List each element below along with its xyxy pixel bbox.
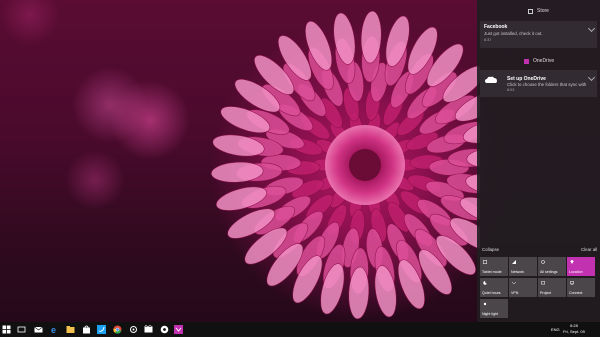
store-notification[interactable]: Facebook Just got installed, check it ou… — [480, 21, 597, 48]
file-explorer-icon[interactable] — [66, 325, 75, 334]
clock-date: Fri, Sept. 09 — [563, 328, 585, 334]
network-tile[interactable]: Network — [509, 257, 537, 276]
tile-label: VPN — [511, 291, 519, 295]
location-tile[interactable]: Location — [567, 257, 595, 276]
tile-label: Night light — [482, 312, 498, 316]
connect-icon — [570, 281, 574, 285]
taskbar: e ENG 8:28 Fri, Sept. 09 — [0, 322, 600, 337]
chevron-down-icon[interactable] — [587, 24, 596, 33]
tile-label: Connect — [569, 291, 583, 295]
windows-start-icon[interactable] — [2, 325, 11, 334]
quiet-hours-tile[interactable]: Quiet hours — [480, 278, 508, 297]
edge-icon[interactable]: e — [50, 325, 59, 334]
notification-time: 8:37 — [484, 38, 492, 42]
tile-label: Network — [511, 270, 525, 274]
onedrive-notification[interactable]: Set up OneDrive Click to choose the fold… — [480, 70, 597, 97]
task-view-icon[interactable] — [17, 325, 26, 334]
mail-icon[interactable] — [34, 325, 43, 334]
moon-icon — [483, 281, 487, 285]
onedrive-app-name: OneDrive — [533, 58, 555, 64]
notification-body: Just got installed, check it out. — [484, 31, 543, 36]
vpn-icon — [512, 281, 516, 285]
store-icon[interactable] — [82, 325, 91, 334]
twitter-icon[interactable] — [97, 325, 106, 334]
all-settings-tile[interactable]: All settings — [538, 257, 566, 276]
night-light-tile[interactable]: Night light — [480, 299, 508, 318]
store-notification-header: Store — [477, 6, 600, 18]
brightness-icon — [483, 302, 487, 306]
svg-text:e: e — [51, 325, 56, 334]
flower-image — [210, 10, 480, 320]
project-icon — [541, 281, 545, 285]
connect-tile[interactable]: Connect — [567, 278, 595, 297]
notification-title: Facebook — [484, 24, 508, 30]
tile-label: Tablet mode — [482, 270, 502, 274]
media-icon[interactable] — [160, 325, 169, 334]
photos-icon[interactable] — [174, 325, 183, 334]
collapse-link[interactable]: Collapse — [482, 247, 499, 252]
location-icon — [570, 260, 574, 264]
project-tile[interactable]: Project — [538, 278, 566, 297]
network-icon — [512, 260, 516, 264]
tile-label: Project — [540, 291, 552, 295]
tablet-mode-icon — [483, 260, 487, 264]
chevron-down-icon[interactable] — [587, 73, 596, 82]
cloud-icon — [485, 76, 497, 83]
settings-icon[interactable] — [129, 325, 138, 334]
store-app-name: Store — [537, 8, 549, 14]
clock[interactable]: 8:28 Fri, Sept. 09 — [563, 323, 585, 334]
onedrive-app-icon — [524, 59, 529, 64]
tablet-mode-tile[interactable]: Tablet mode — [480, 257, 508, 276]
chrome-icon[interactable] — [113, 325, 122, 334]
language-indicator[interactable]: ENG — [551, 327, 560, 332]
notification-time: 8:03 — [507, 88, 515, 92]
tile-label: Location — [569, 270, 583, 274]
onedrive-notification-header: OneDrive — [477, 56, 600, 68]
movies-icon[interactable] — [144, 325, 153, 334]
tile-label: Quiet hours — [482, 291, 501, 295]
tile-label: All settings — [540, 270, 558, 274]
gear-icon — [541, 260, 545, 264]
vpn-tile[interactable]: VPN — [509, 278, 537, 297]
store-icon — [528, 9, 533, 14]
clear-all-link[interactable]: Clear all — [581, 247, 597, 252]
notification-body: Click to choose the folders that sync wi… — [507, 82, 587, 87]
